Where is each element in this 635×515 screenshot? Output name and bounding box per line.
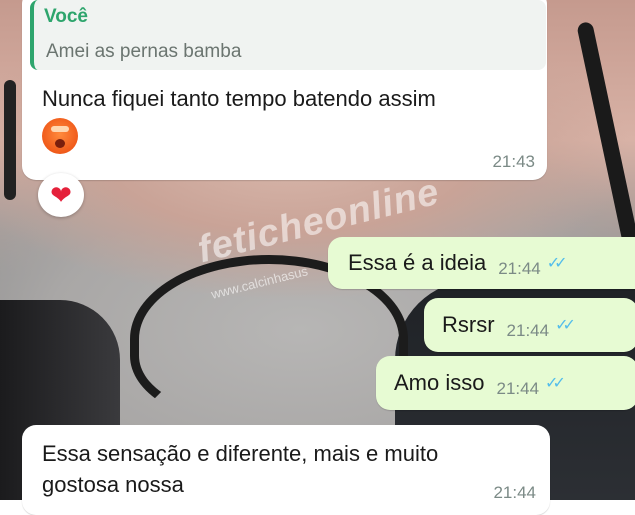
message-time: 21:44 — [498, 259, 541, 278]
quote-text: Amei as pernas bamba — [46, 41, 242, 62]
outgoing-message-bubble[interactable]: Rsrsr 21:44 ✓✓ — [424, 298, 635, 352]
incoming-message-bubble[interactable]: Essa sensação e diferente, mais e muito … — [22, 425, 550, 515]
heart-reaction-icon[interactable]: ❤ — [38, 173, 84, 217]
message-text: Essa sensação e diferente, mais e muito … — [42, 441, 439, 497]
background-strap — [4, 80, 16, 200]
quote-author: Você — [44, 6, 89, 27]
outgoing-message-bubble[interactable]: Essa é a ideia 21:44 ✓✓ — [328, 237, 635, 289]
message-time: 21:43 — [492, 152, 535, 171]
incoming-message-bubble[interactable]: Você Amei as pernas bamba Nunca fiquei t… — [22, 0, 547, 180]
message-text: Amo isso — [394, 370, 485, 395]
read-receipt-icon: ✓✓ — [545, 375, 566, 392]
read-receipt-icon: ✓✓ — [555, 317, 576, 334]
message-time: 21:44 — [496, 379, 540, 398]
message-time: 21:44 — [506, 321, 550, 340]
message-text: Essa é a ideia — [348, 250, 487, 275]
message-text: Rsrsr — [442, 312, 495, 337]
outgoing-message-bubble[interactable]: Amo isso 21:44 ✓✓ — [376, 356, 635, 410]
read-receipt-icon: ✓✓ — [546, 255, 568, 272]
heart-icon: ❤ — [50, 179, 72, 210]
hot-face-emoji — [42, 118, 78, 154]
message-time: 21:44 — [493, 483, 536, 502]
message-text: Nunca fiquei tanto tempo batendo assim — [42, 86, 436, 111]
